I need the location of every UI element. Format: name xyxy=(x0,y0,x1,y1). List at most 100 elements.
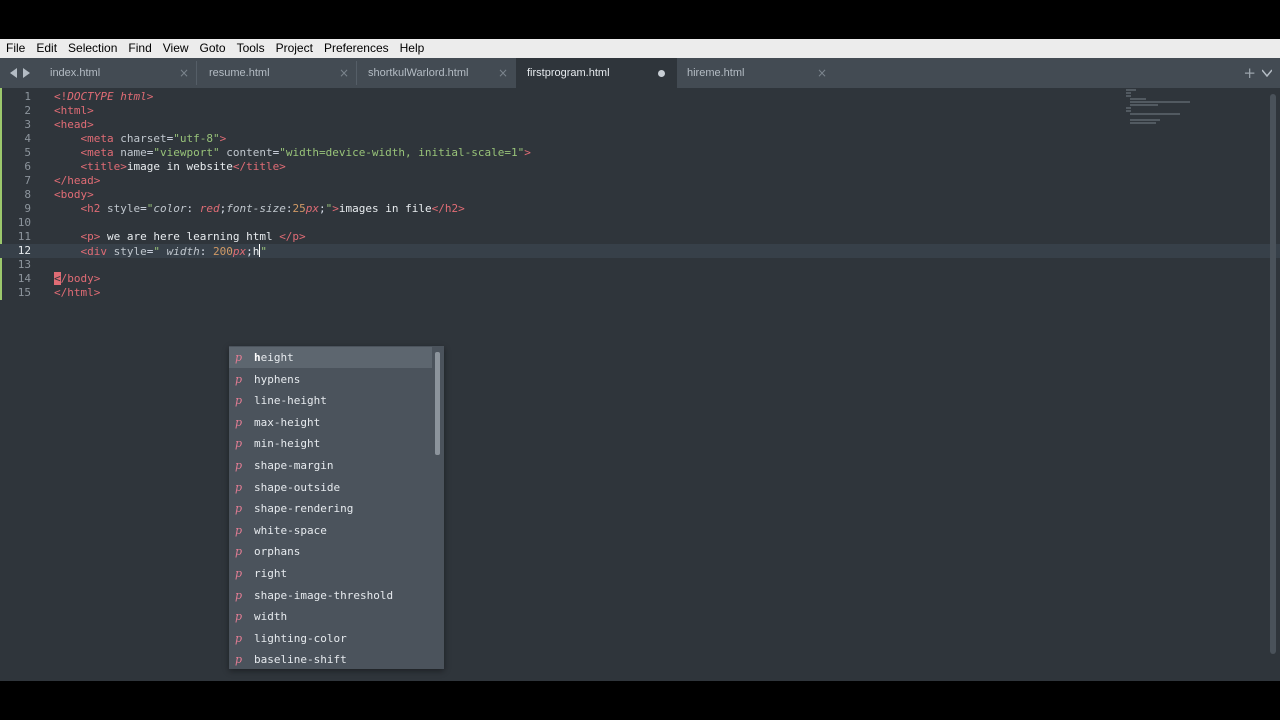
close-icon[interactable]: × xyxy=(179,58,189,88)
line-number: 9 xyxy=(24,202,31,215)
property-kind-icon: p xyxy=(235,653,243,667)
minimap-line xyxy=(1130,122,1156,124)
property-kind-icon: p xyxy=(235,372,243,386)
autocomplete-scrollbar[interactable] xyxy=(435,352,440,455)
menu-tools[interactable]: Tools xyxy=(231,39,270,58)
tab-shortkulwarlord[interactable]: shortkulWarlord.html × xyxy=(354,58,516,88)
line-number: 1 xyxy=(24,90,31,103)
menu-goto[interactable]: Goto xyxy=(194,39,231,58)
line-code: <meta charset="utf-8"> xyxy=(80,132,227,145)
code-line[interactable]: 7 </head> xyxy=(0,174,1280,188)
autocomplete-item[interactable]: p shape-margin xyxy=(229,455,432,476)
close-icon[interactable]: × xyxy=(498,58,508,88)
chevron-right-icon[interactable] xyxy=(20,58,32,88)
menu-preferences[interactable]: Preferences xyxy=(318,39,394,58)
code-line[interactable]: 9 <h2 style="color: red;font-size:25px;"… xyxy=(0,202,1280,216)
line-number: 8 xyxy=(24,188,31,201)
tab-label: shortkulWarlord.html xyxy=(368,67,469,79)
minimap-line xyxy=(1126,92,1131,94)
code-line[interactable]: 15 </html> xyxy=(0,286,1280,300)
close-icon[interactable]: × xyxy=(339,58,349,88)
autocomplete-item[interactable]: p right xyxy=(229,563,432,584)
minimap[interactable] xyxy=(1124,88,1194,128)
property-kind-icon: p xyxy=(235,588,243,602)
autocomplete-item-label: min-height xyxy=(254,437,321,451)
autocomplete-item-label: right xyxy=(254,567,288,580)
line-number: 4 xyxy=(24,132,31,145)
line-code: <p> we are here learning html </p> xyxy=(80,230,306,243)
property-kind-icon: p xyxy=(235,351,243,364)
autocomplete-item-label: shape-outside xyxy=(254,480,341,494)
tab-label: hireme.html xyxy=(687,67,745,79)
property-kind-icon: p xyxy=(235,415,243,429)
close-icon[interactable]: × xyxy=(817,58,827,88)
chevron-left-icon[interactable] xyxy=(8,58,20,88)
menu-file[interactable]: File xyxy=(0,39,30,58)
autocomplete-item[interactable]: p shape-outside xyxy=(229,477,432,498)
line-number: 6 xyxy=(24,160,31,173)
menu-project[interactable]: Project xyxy=(270,39,318,58)
code-line[interactable]: 5 <meta name="viewport" content="width=d… xyxy=(0,146,1280,160)
tab-bar: index.html × resume.html × shortkulWarlo… xyxy=(0,58,1280,88)
autocomplete-item[interactable]: p orphans xyxy=(229,541,432,562)
tab-hireme[interactable]: hireme.html × xyxy=(673,58,834,88)
tab-index[interactable]: index.html × xyxy=(36,58,196,88)
autocomplete-item[interactable]: p shape-rendering xyxy=(229,498,432,519)
code-line[interactable]: 3 <head> xyxy=(0,118,1280,132)
menu-view[interactable]: View xyxy=(157,39,194,58)
tab-label: index.html xyxy=(50,67,101,79)
line-number: 5 xyxy=(24,146,31,159)
code-line[interactable]: 11 <p> we are here learning html </p> xyxy=(0,230,1280,244)
line-number: 15 xyxy=(17,286,31,299)
line-code: <title>image in website</title> xyxy=(80,160,286,173)
line-code: <meta name="viewport" content="width=dev… xyxy=(80,146,531,159)
minimap-line xyxy=(1126,110,1131,112)
property-kind-icon: p xyxy=(235,523,243,537)
menu-find[interactable]: Find xyxy=(122,39,156,58)
autocomplete-popup: p height p hyphens p line-height p max-height p m… xyxy=(229,346,444,669)
autocomplete-item-label: width xyxy=(254,610,288,624)
line-number: 10 xyxy=(17,216,31,229)
editor-window: File Edit Selection Find View Goto Tools… xyxy=(0,39,1280,681)
current-code-line[interactable]: 12 <div style=" width: 200px;h" xyxy=(0,244,1280,258)
property-kind-icon: p xyxy=(235,459,243,472)
autocomplete-item[interactable]: p line-height xyxy=(229,390,432,411)
menu-help[interactable]: Help xyxy=(394,39,430,58)
minimap-line xyxy=(1126,89,1136,91)
menu-selection[interactable]: Selection xyxy=(62,39,122,58)
code-line[interactable]: 6 <title>image in website</title> xyxy=(0,160,1280,174)
tab-resume[interactable]: resume.html × xyxy=(195,58,355,88)
vertical-scrollbar[interactable] xyxy=(1270,94,1276,654)
code-line[interactable]: 14 </body> xyxy=(0,272,1280,286)
line-number: 14 xyxy=(17,272,31,285)
autocomplete-item[interactable]: p hyphens xyxy=(229,369,432,390)
code-line[interactable]: 4 <meta charset="utf-8"> xyxy=(0,132,1280,146)
unsaved-dot-icon[interactable] xyxy=(658,70,665,77)
autocomplete-item[interactable]: p height xyxy=(229,347,432,368)
property-kind-icon: p xyxy=(235,394,243,408)
tab-label: resume.html xyxy=(209,67,270,79)
autocomplete-item[interactable]: p baseline-shift xyxy=(229,649,432,670)
code-line[interactable]: 1 <!DOCTYPE html> xyxy=(0,90,1280,104)
plus-icon[interactable]: + xyxy=(1243,58,1256,88)
line-number: 12 xyxy=(17,244,31,257)
autocomplete-item[interactable]: p shape-image-threshold xyxy=(229,585,432,606)
tab-firstprogram[interactable]: firstprogram.html xyxy=(516,58,677,88)
code-line[interactable]: 8 <body> xyxy=(0,188,1280,202)
autocomplete-item-label: shape-image-threshold xyxy=(254,588,394,602)
code-editor[interactable]: 1 <!DOCTYPE html> 2 <html> 3 <head> 4 <m… xyxy=(0,88,1280,681)
line-code: <head> xyxy=(54,118,94,131)
line-number: 13 xyxy=(17,258,31,271)
autocomplete-item[interactable]: p lighting-color xyxy=(229,628,432,649)
autocomplete-item[interactable]: p max-height xyxy=(229,412,432,433)
code-line[interactable]: 10 xyxy=(0,216,1280,230)
code-line[interactable]: 2 <html> xyxy=(0,104,1280,118)
chevron-down-icon[interactable] xyxy=(1262,58,1272,88)
autocomplete-item[interactable]: p min-height xyxy=(229,433,432,454)
minimap-line xyxy=(1126,95,1131,97)
autocomplete-item-label: shape-margin xyxy=(254,459,334,472)
autocomplete-item[interactable]: p white-space xyxy=(229,520,432,541)
code-line[interactable]: 13 xyxy=(0,258,1280,272)
autocomplete-item[interactable]: p width xyxy=(229,606,432,627)
menu-edit[interactable]: Edit xyxy=(30,39,62,58)
